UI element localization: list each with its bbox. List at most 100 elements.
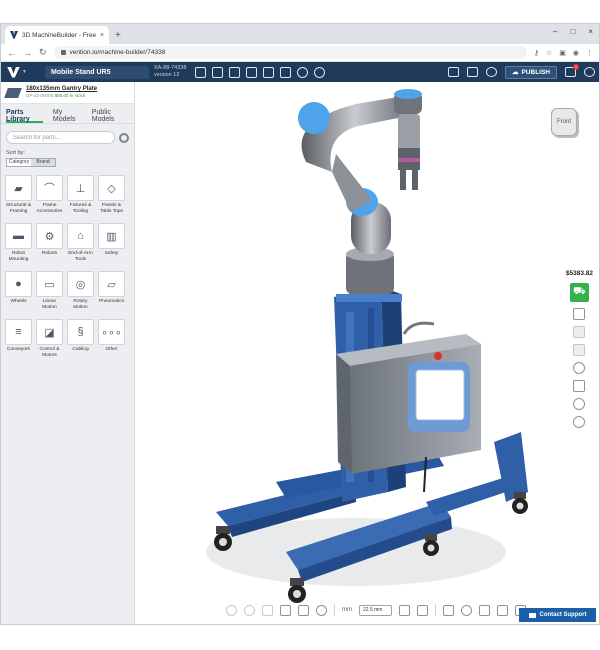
share-icon[interactable] [229, 66, 241, 78]
minimize-button[interactable]: – [553, 27, 557, 36]
bookmark-star-icon[interactable]: ☆ [546, 49, 552, 57]
settings-icon[interactable] [573, 416, 586, 428]
category-icon: ◎ [67, 271, 94, 297]
ruler-icon[interactable] [447, 67, 459, 77]
tab-parts-library[interactable]: Parts Library [6, 109, 43, 123]
category-tile[interactable]: ◇ Panels & Table Tops [98, 175, 125, 215]
category-tile[interactable]: § Cabling [67, 319, 94, 359]
category-tile[interactable]: ▥ Safety [98, 223, 125, 263]
category-tile[interactable]: ▭ Linear Motion [36, 271, 63, 311]
category-icon: ● [5, 271, 32, 297]
bill-of-materials-icon[interactable] [573, 308, 586, 320]
sort-toggle: Category Brand [6, 158, 56, 167]
contact-support-button[interactable]: Contact Support [519, 608, 596, 622]
chat-icon[interactable] [466, 67, 478, 77]
copy-part-icon[interactable] [298, 604, 309, 616]
transform-icon[interactable] [280, 604, 291, 616]
close-window-button[interactable]: × [588, 27, 593, 36]
new-tab-button[interactable]: + [115, 30, 121, 41]
bomb-icon[interactable] [461, 604, 472, 616]
category-tile[interactable]: ⌒ Frame Accessories [36, 175, 63, 215]
undo-icon[interactable] [226, 604, 237, 616]
copy-icon[interactable] [212, 66, 224, 78]
category-label: Wheels [10, 299, 27, 304]
category-icon: ⊥ [67, 175, 94, 201]
tab-close-icon[interactable]: × [100, 32, 104, 39]
category-tile[interactable]: ⚙ Robots [36, 223, 63, 263]
unit-label: mm [342, 607, 352, 613]
add-user-icon[interactable] [485, 67, 497, 77]
category-icon: ◇ [98, 175, 125, 201]
pdf-icon[interactable] [263, 66, 275, 78]
graduation-cap-icon[interactable] [573, 380, 586, 392]
project-name-field[interactable]: Mobile Stand UR5 [45, 65, 149, 79]
help-icon[interactable] [573, 398, 586, 410]
category-tile[interactable]: ◎ Rotary Motion [67, 271, 94, 311]
url-field[interactable]: vention.io/machine-builder/74338 [53, 46, 527, 59]
contact-support-label: Contact Support [539, 612, 587, 618]
sort-brand-option[interactable]: Brand [31, 159, 55, 166]
selected-part[interactable]: 180x135mm Gantry Plate GP-22-0000S $60.0… [1, 82, 134, 104]
category-tile[interactable]: ≡ Conveyors [5, 319, 32, 359]
browser-menu-icon[interactable]: ⋮ [586, 49, 593, 57]
3d-viewport[interactable]: Front $5383.82 ⛟ mm 22.5 mm Contact Supp… [136, 82, 599, 625]
open-folder-icon[interactable] [195, 66, 207, 78]
stop-icon[interactable] [573, 344, 586, 356]
extensions-icon[interactable]: ▣ [559, 49, 566, 57]
category-tile[interactable]: ▰ Structural & Framing [5, 175, 32, 215]
total-price: $5383.82 [565, 270, 593, 277]
redo-icon[interactable] [244, 604, 255, 616]
category-tile[interactable]: ▬ Robot Mounting [5, 223, 32, 263]
category-tile[interactable]: ● Wheels [5, 271, 32, 311]
tab-public-models[interactable]: Public Models [92, 109, 129, 123]
cart-icon[interactable]: 1 [565, 64, 579, 77]
color-icon[interactable] [316, 604, 327, 616]
tab-my-models[interactable]: My Models [53, 109, 82, 123]
selected-part-name[interactable]: 180x135mm Gantry Plate [26, 86, 97, 93]
search-box [6, 131, 115, 144]
gear-icon[interactable] [119, 132, 129, 143]
header-right-tools: ☁ PUBLISH 1 [447, 62, 595, 82]
add-to-cart-button[interactable]: ⛟ [569, 283, 589, 302]
category-label: Safety [104, 251, 119, 256]
hierarchy-icon[interactable] [443, 604, 454, 616]
back-button[interactable]: ← [7, 48, 16, 58]
step-size-select[interactable]: 22.5 mm [359, 604, 392, 616]
category-icon: ▬ [5, 223, 32, 249]
tag-icon[interactable] [497, 604, 508, 616]
category-tile[interactable]: ⌂ End-of-Arm Tools [67, 223, 94, 263]
select-icon[interactable] [262, 604, 273, 616]
category-tile[interactable]: ⊥ Fixtures & Tooling [67, 175, 94, 215]
workspace: 180x135mm Gantry Plate GP-22-0000S $60.0… [1, 82, 599, 625]
group-icon[interactable] [314, 66, 326, 78]
forward-button[interactable]: → [23, 48, 32, 58]
category-tile[interactable]: ▱ Pneumatics [98, 271, 125, 311]
explode-icon[interactable] [417, 604, 428, 616]
view-cube[interactable]: Front [551, 108, 577, 136]
play-icon[interactable] [573, 326, 586, 338]
parts-sidebar: 180x135mm Gantry Plate GP-22-0000S $60.0… [1, 82, 135, 624]
cloud-icon[interactable] [297, 66, 309, 78]
vention-logo[interactable]: ▼ [1, 62, 41, 82]
maximize-button[interactable]: □ [570, 27, 575, 36]
profile-icon[interactable]: ◉ [573, 49, 579, 57]
search-input[interactable] [13, 134, 108, 141]
publish-button[interactable]: ☁ PUBLISH [504, 65, 557, 79]
reload-button[interactable]: ↻ [39, 47, 47, 58]
browser-tab[interactable]: 3D MachineBuilder - Free Cloud × [5, 26, 109, 44]
machine-model[interactable] [136, 82, 599, 625]
category-tile[interactable]: ∘∘∘ Other [98, 319, 125, 359]
sort-category-option[interactable]: Category [7, 159, 31, 166]
vention-assistant-icon[interactable] [573, 362, 586, 374]
sort-label: Sort by: [6, 150, 25, 156]
save-icon[interactable] [280, 66, 292, 78]
assembly-id: XA-88-74338 [154, 65, 187, 71]
right-rail: $5383.82 ⛟ [566, 270, 593, 428]
document-icon[interactable] [246, 66, 258, 78]
category-tile[interactable]: ◪ Control & Motors [36, 319, 63, 359]
account-icon[interactable] [584, 67, 595, 77]
measure-icon[interactable] [479, 604, 490, 616]
toolbar-separator [435, 604, 436, 616]
key-icon[interactable]: ⚷ [534, 49, 539, 57]
cube-icon[interactable] [399, 604, 410, 616]
